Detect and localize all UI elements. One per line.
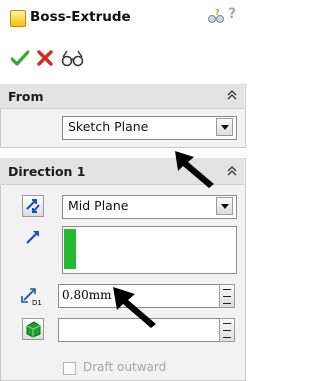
- chevron-down-icon: [221, 125, 229, 130]
- depth-icon-label: D1: [32, 299, 42, 306]
- from-group-title: From: [8, 89, 44, 104]
- draft-outward-label: Draft outward: [83, 360, 167, 374]
- chevron-down-icon: [221, 204, 229, 209]
- draft-angle-spinner[interactable]: [219, 318, 235, 342]
- help-glasses-icon[interactable]: ?: [206, 8, 226, 26]
- annotation-arrow-icon: [110, 284, 160, 333]
- annotation-arrow-icon: [172, 148, 218, 193]
- feature-title: Boss-Extrude: [30, 9, 131, 25]
- chevron-up-icon[interactable]: [227, 166, 237, 179]
- depth-spinner[interactable]: [219, 284, 235, 308]
- feature-icon: [10, 10, 26, 27]
- cancel-x-icon[interactable]: [37, 50, 53, 66]
- draft-outward-checkbox[interactable]: [63, 362, 76, 375]
- direction-selection-box[interactable]: [62, 226, 237, 274]
- direction-vector-icon: [24, 228, 42, 249]
- ok-checkmark-icon[interactable]: [10, 50, 30, 66]
- start-condition-value: Sketch Plane: [68, 119, 149, 134]
- depth-value: 0.80mm: [62, 288, 112, 302]
- draft-on-off-button[interactable]: [22, 318, 44, 340]
- svg-text:?: ?: [215, 8, 220, 17]
- help-question-icon[interactable]: ?: [228, 6, 236, 22]
- end-condition-value: Mid Plane: [68, 198, 129, 213]
- chevron-up-icon[interactable]: [227, 90, 237, 103]
- direction1-group-title: Direction 1: [8, 164, 86, 179]
- depth-d1-icon: D1: [20, 286, 46, 309]
- detailed-preview-icon[interactable]: [60, 48, 86, 68]
- selection-highlight-bar: [64, 229, 76, 269]
- reverse-direction-icon: [24, 197, 42, 218]
